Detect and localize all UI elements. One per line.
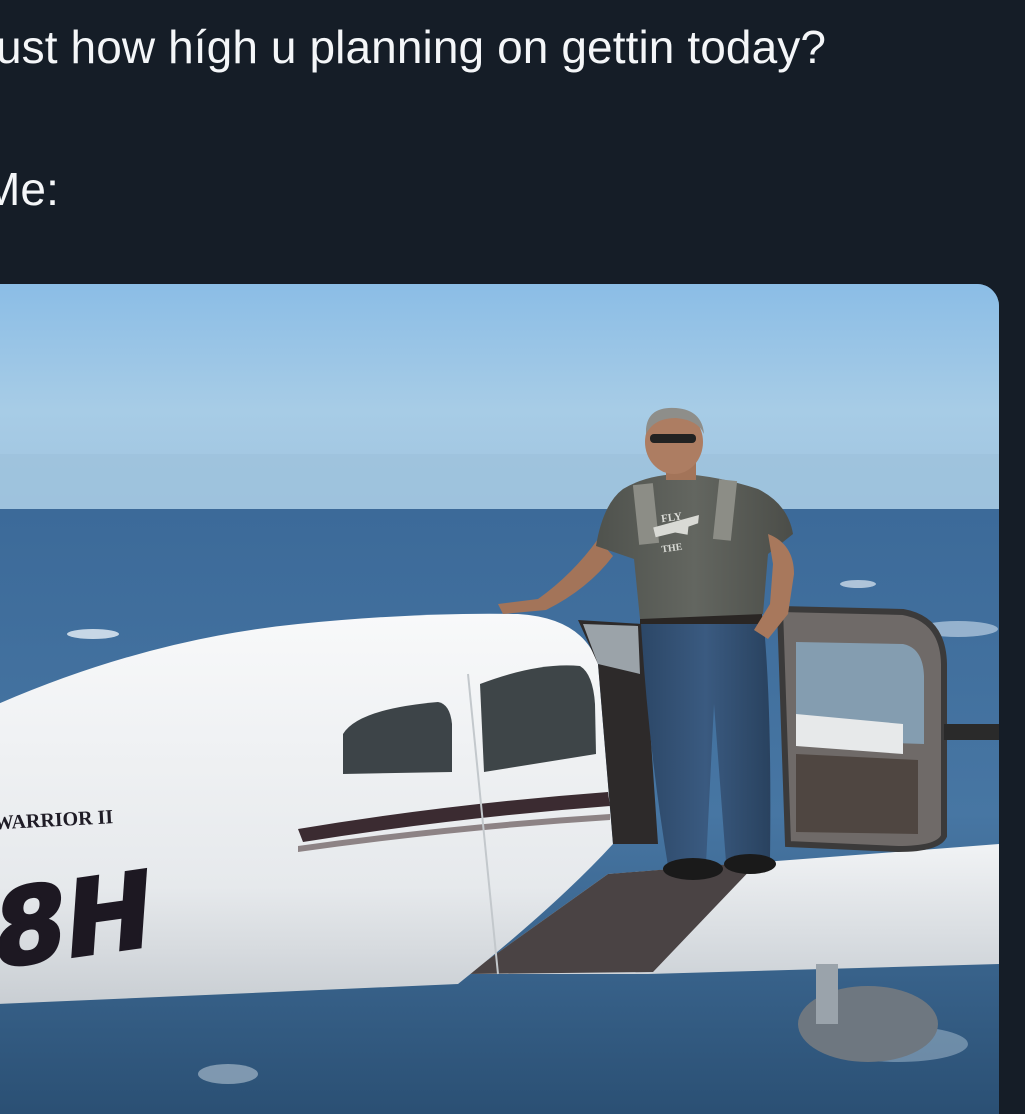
landing-strut bbox=[816, 964, 838, 1024]
door-handle bbox=[944, 724, 999, 740]
photo-illustration: WARRIOR II 638H FLY THE bbox=[0, 284, 999, 1114]
tweet-text-line-1: ust how hígh u planning on gettin today? bbox=[0, 21, 827, 73]
tweet-photo[interactable]: WARRIOR II 638H FLY THE bbox=[0, 284, 999, 1114]
person-shoe-right bbox=[724, 854, 776, 874]
cloud bbox=[67, 629, 119, 639]
cloud bbox=[198, 1064, 258, 1084]
door-panel bbox=[796, 754, 918, 834]
tweet-screenshot: ust how hígh u planning on gettin today?… bbox=[0, 0, 1025, 1114]
sunglasses-icon bbox=[650, 434, 696, 443]
front-window bbox=[480, 665, 596, 772]
tweet-text-line-2: Me: bbox=[0, 163, 59, 215]
cloud bbox=[840, 580, 876, 588]
person-shoe-left bbox=[663, 858, 723, 880]
